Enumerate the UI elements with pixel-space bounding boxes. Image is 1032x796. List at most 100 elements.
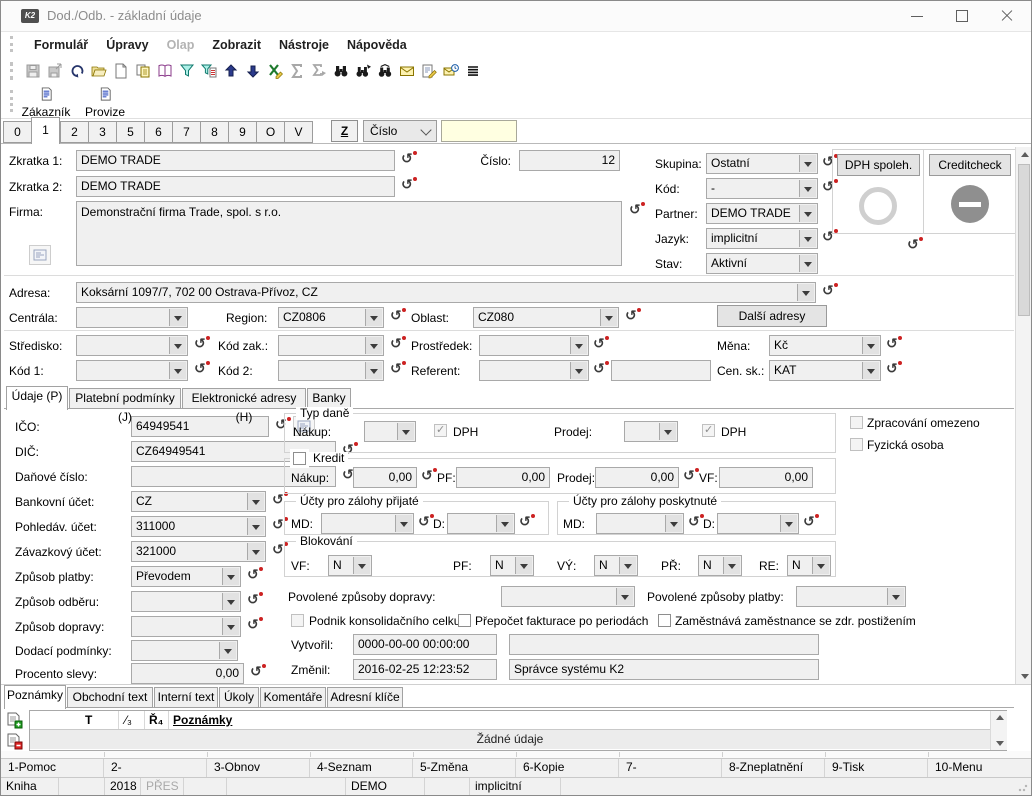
history-icon[interactable]: ↺: [629, 203, 644, 219]
history-icon[interactable]: ↺: [822, 284, 837, 300]
record-tab-8[interactable]: 8: [200, 121, 229, 143]
new-document-icon[interactable]: [111, 62, 130, 80]
procento-slevy-input[interactable]: 0,00: [131, 663, 244, 684]
record-tab-O[interactable]: O: [256, 121, 285, 143]
kod2-select[interactable]: [278, 360, 384, 381]
prepocet-checkbox[interactable]: [458, 614, 471, 627]
zalohy-prijate-d-select[interactable]: [447, 513, 515, 534]
dalsi-adresy-button[interactable]: Další adresy: [717, 305, 827, 327]
history-icon[interactable]: ↺: [247, 593, 262, 609]
dodaci-podminky-select[interactable]: [131, 640, 238, 661]
quick-search-input[interactable]: [441, 120, 517, 142]
fkey-8[interactable]: 8-Zneplatnění: [722, 759, 825, 777]
zakaznik-button[interactable]: Zákazník: [17, 86, 75, 117]
kod-select[interactable]: -: [706, 178, 818, 199]
provize-button[interactable]: Provize: [81, 86, 129, 117]
find-special-icon[interactable]: [375, 62, 394, 80]
creditcheck-button[interactable]: Creditcheck: [929, 154, 1011, 176]
record-tab-V[interactable]: V: [284, 121, 313, 143]
kod-zak-select[interactable]: [278, 335, 384, 356]
resize-grip[interactable]: [1018, 782, 1028, 792]
stav-select[interactable]: Aktivní: [706, 253, 818, 274]
blok-vy-select[interactable]: N: [594, 555, 638, 576]
tab-platebni-podminky[interactable]: Platební podmínky (J): [69, 388, 181, 409]
zpusob-dopravy-select[interactable]: [131, 616, 241, 637]
save-icon[interactable]: [23, 62, 42, 80]
menu-zobrazit[interactable]: Zobrazit: [203, 38, 270, 52]
history-icon[interactable]: ↺: [683, 469, 698, 485]
zalohy-poskytnute-md-select[interactable]: [596, 513, 684, 534]
find-icon[interactable]: [331, 62, 350, 80]
jazyk-select[interactable]: implicitní: [706, 228, 818, 249]
copy-special-icon[interactable]: [133, 62, 152, 80]
z-button[interactable]: Z: [331, 120, 358, 142]
filter-icon[interactable]: [177, 62, 196, 80]
toolbar-drag-handle[interactable]: [10, 62, 13, 80]
adresa-select[interactable]: Koksární 1097/7, 702 00 Ostrava-Přívoz, …: [76, 282, 816, 303]
record-tab-3[interactable]: 3: [88, 121, 117, 143]
menu-lines-icon[interactable]: [463, 62, 482, 80]
record-tab-2[interactable]: 2: [60, 121, 89, 143]
oblast-select[interactable]: CZ080: [473, 307, 619, 328]
tab-ukoly[interactable]: Úkoly: [219, 687, 259, 708]
tab-poznamky[interactable]: Poznámky: [4, 685, 66, 709]
history-icon[interactable]: ↺: [886, 337, 901, 353]
history-icon[interactable]: ↺: [194, 337, 209, 353]
export-excel-icon[interactable]: [265, 62, 284, 80]
zkratka1-input[interactable]: DEMO TRADE: [76, 150, 395, 171]
record-tab-9[interactable]: 9: [228, 121, 257, 143]
pohledav-ucet-select[interactable]: 311000: [131, 516, 266, 537]
move-down-icon[interactable]: [243, 62, 262, 80]
record-tab-0[interactable]: 0: [3, 121, 32, 143]
filter-form-icon[interactable]: [199, 62, 218, 80]
firma-input[interactable]: Demonstrační firma Trade, spol. s r.o.: [76, 201, 622, 266]
history-icon[interactable]: ↺: [390, 309, 405, 325]
history-icon[interactable]: ↺: [519, 515, 534, 531]
send-later-icon[interactable]: [441, 62, 460, 80]
fkey-4[interactable]: 4-Seznam: [310, 759, 413, 777]
history-icon[interactable]: ↺: [250, 665, 265, 681]
history-icon[interactable]: ↺: [688, 515, 703, 531]
find-next-icon[interactable]: [353, 62, 372, 80]
dph-spoleh-button[interactable]: DPH spoleh.: [837, 154, 920, 176]
menu-nastroje[interactable]: Nástroje: [270, 38, 338, 52]
zpusob-odberu-select[interactable]: [131, 591, 241, 612]
actionbar-drag-handle[interactable]: [10, 90, 13, 112]
menu-upravy[interactable]: Úpravy: [97, 38, 157, 52]
history-icon[interactable]: ↺: [593, 337, 608, 353]
fkey-6[interactable]: 6-Kopie: [516, 759, 619, 777]
move-up-icon[interactable]: [221, 62, 240, 80]
bankovni-ucet-select[interactable]: CZ: [131, 491, 266, 512]
blok-pr-select[interactable]: N: [698, 555, 742, 576]
tab-interni-text[interactable]: Interní text: [154, 687, 218, 708]
povolene-platby-select[interactable]: [796, 586, 906, 607]
fkey-9[interactable]: 9-Tisk: [825, 759, 928, 777]
history-icon[interactable]: ↺: [886, 362, 901, 378]
region-select[interactable]: CZ0806: [278, 307, 384, 328]
centrala-select[interactable]: [76, 307, 188, 328]
kredit-vf-input[interactable]: 0,00: [719, 467, 813, 488]
mena-select[interactable]: Kč: [769, 335, 881, 356]
fkey-10[interactable]: 10-Menu: [928, 759, 1031, 777]
referent-select[interactable]: [479, 360, 589, 381]
kredit-pf-input[interactable]: 0,00: [456, 467, 550, 488]
menu-napoveda[interactable]: Nápověda: [338, 38, 416, 52]
history-icon[interactable]: ↺: [418, 515, 433, 531]
history-icon[interactable]: ↺: [401, 152, 416, 168]
kod1-select[interactable]: [76, 360, 188, 381]
cen-sk-select[interactable]: KAT: [769, 360, 881, 381]
history-icon[interactable]: ↺: [803, 515, 818, 531]
open-icon[interactable]: [89, 62, 108, 80]
history-icon[interactable]: ↺: [625, 309, 640, 325]
tab-adresni-klice[interactable]: Adresní klíče: [327, 687, 403, 708]
history-icon[interactable]: ↺: [247, 568, 262, 584]
form-scrollbar[interactable]: [1015, 147, 1032, 684]
book-icon[interactable]: [155, 62, 174, 80]
scroll-down-icon[interactable]: [992, 737, 1007, 750]
history-icon[interactable]: ↺: [593, 362, 608, 378]
history-icon[interactable]: ↺: [401, 178, 416, 194]
save-special-icon[interactable]: [45, 62, 64, 80]
fkey-2[interactable]: 2-: [104, 759, 207, 777]
zalohy-prijate-md-select[interactable]: [321, 513, 414, 534]
add-note-icon[interactable]: [6, 712, 23, 734]
